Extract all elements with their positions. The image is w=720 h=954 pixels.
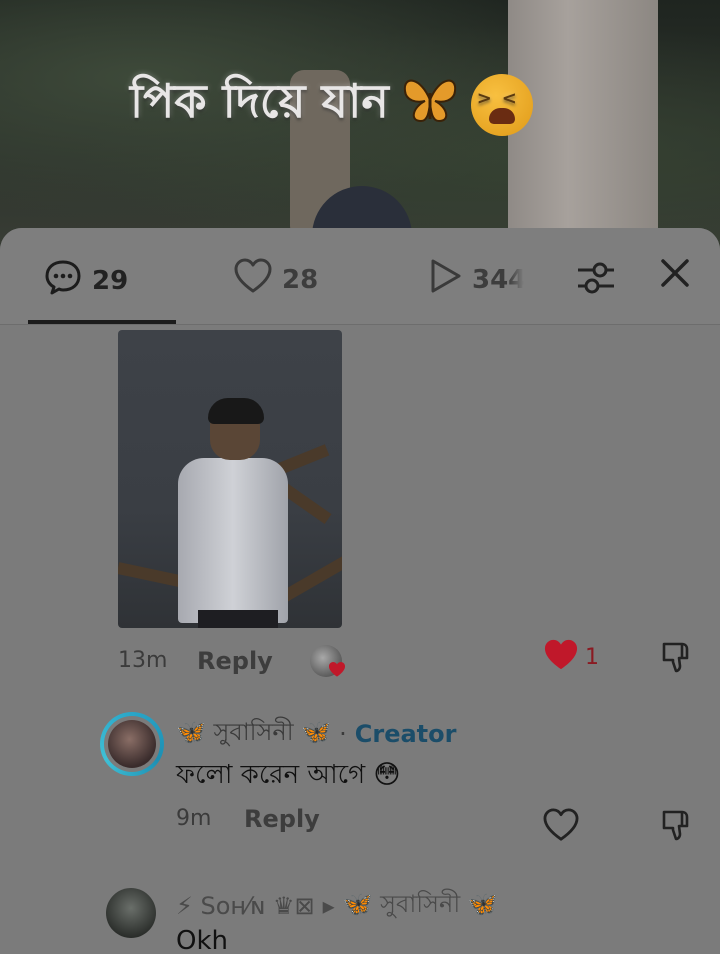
comment-photo-attachment[interactable] [118, 330, 342, 628]
creator-reply-button[interactable]: Reply [244, 805, 320, 833]
play-icon [428, 258, 462, 301]
creator-username[interactable]: 🦋 সুবাসিনী 🦋 [176, 714, 331, 754]
comments-sheet: 29 28 344 13m Reply 1 🦋 সুবাসিনী 🦋 · Cre… [0, 228, 720, 954]
dislike-button[interactable] [660, 640, 694, 678]
creator-avatar[interactable] [100, 712, 164, 776]
reply-comment-text: Okh [176, 926, 228, 954]
video-overlay-caption: পিক দিয়ে যান >< [130, 70, 533, 140]
creator-dislike-button[interactable] [660, 808, 694, 846]
tab-comments[interactable]: 29 [44, 258, 128, 303]
comment-time: 13m [118, 648, 168, 673]
comments-header: 29 28 344 [0, 228, 720, 325]
comments-count: 29 [92, 265, 129, 296]
heart-icon [234, 258, 272, 301]
creator-comment-text: ফলো করেন আগে 😳 [176, 760, 401, 790]
tab-views[interactable]: 344 [428, 258, 524, 301]
user-avatar[interactable] [106, 888, 156, 938]
reply-comment-header: ⚡ Sᴏʜ⁄ɴ ♛⊠ ▸ 🦋 সুবাসিনী 🦋 [176, 886, 498, 926]
reply-button[interactable]: Reply [197, 647, 273, 675]
likes-count: 28 [282, 264, 319, 295]
photo-person-shirt [178, 458, 288, 623]
reply-label: Reply [197, 647, 273, 675]
name-separator: · [339, 720, 347, 748]
reply-username[interactable]: ⚡ Sᴏʜ⁄ɴ ♛⊠ [176, 892, 315, 920]
filter-button[interactable] [576, 260, 616, 300]
butterfly-emoji-icon [401, 75, 459, 136]
thumbs-down-icon [660, 810, 694, 846]
creator-comment-time-row: 9m [176, 806, 211, 831]
creator-reply-label: Reply [244, 805, 320, 833]
comment-like-count: 1 [585, 644, 599, 670]
filter-icon [576, 260, 616, 300]
creator-comment-header: 🦋 সুবাসিনী 🦋 · Creator [176, 714, 456, 754]
comment-icon [44, 258, 82, 303]
views-count: 344 [472, 264, 524, 295]
small-heart-icon [328, 661, 346, 682]
tab-likes[interactable]: 28 [234, 258, 318, 301]
heart-outline-icon [543, 808, 579, 846]
comment-like-button[interactable]: 1 [543, 638, 599, 676]
thumbs-down-icon [660, 642, 694, 678]
close-icon [660, 258, 690, 294]
comment-meta-row: 13m [118, 648, 167, 673]
reply-to-username[interactable]: 🦋 সুবাসিনী 🦋 [343, 886, 498, 926]
active-tab-indicator [28, 320, 176, 324]
creator-comment-time: 9m [176, 806, 212, 831]
creator-liked-badge [310, 645, 346, 681]
photo-person-pants [198, 610, 278, 628]
tired-face-emoji-icon: >< [470, 74, 533, 136]
photo-person-hair [208, 398, 264, 424]
creator-badge: Creator [354, 720, 457, 748]
reply-arrow-icon: ▸ [322, 892, 335, 920]
overlay-caption-text: পিক দিয়ে যান [130, 74, 389, 128]
close-button[interactable] [660, 258, 690, 294]
creator-comment-like-button[interactable] [543, 808, 579, 846]
liked-heart-icon [543, 638, 579, 676]
